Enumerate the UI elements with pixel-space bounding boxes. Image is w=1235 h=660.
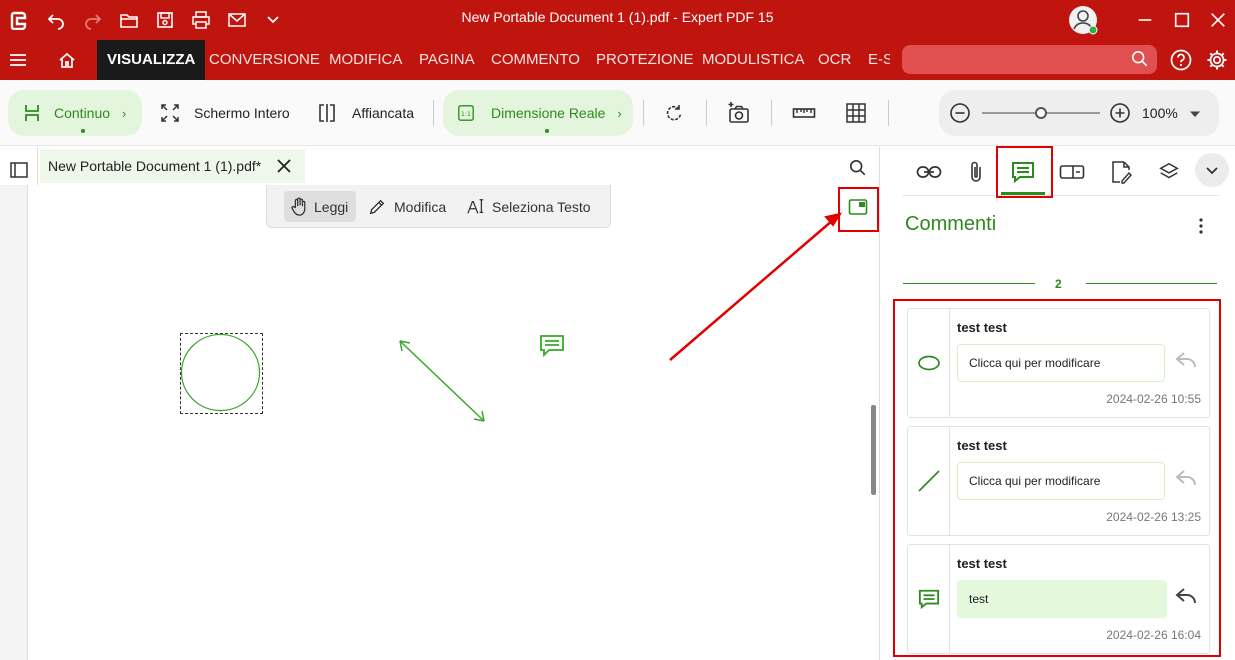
highlight-box-comment-list xyxy=(893,299,1221,657)
zoom-dropdown-icon[interactable] xyxy=(1189,108,1201,120)
tab-layers[interactable] xyxy=(1147,150,1191,194)
tab-modifica[interactable]: MODIFICA xyxy=(329,40,402,80)
fullscreen-icon xyxy=(161,104,179,122)
actual-size-label: Dimensione Reale xyxy=(491,105,606,121)
select-text-mode-button[interactable]: Seleziona Testo xyxy=(466,191,591,222)
signature-icon xyxy=(1112,161,1132,184)
hand-icon xyxy=(291,197,306,216)
open-folder-icon[interactable] xyxy=(114,5,144,35)
grid-button[interactable] xyxy=(845,90,867,136)
title-bar: New Portable Document 1 (1).pdf - Expert… xyxy=(0,0,1235,40)
document-tab[interactable]: New Portable Document 1 (1).pdf* xyxy=(40,149,305,183)
actual-size-button[interactable]: 1:1 Dimensione Reale › xyxy=(443,90,633,136)
comments-panel-title: Commenti xyxy=(905,213,997,235)
document-tab-label: New Portable Document 1 (1).pdf* xyxy=(48,158,262,174)
rotate-icon xyxy=(666,105,682,121)
save-icon[interactable] xyxy=(150,5,180,35)
maximize-button[interactable] xyxy=(1167,5,1197,35)
ribbon-menu-bar: VISUALIZZA CONVERSIONE MODIFICA PAGINA C… xyxy=(0,40,1235,80)
help-icon[interactable] xyxy=(1170,49,1192,71)
side-by-side-label: Affiancata xyxy=(352,105,415,121)
chevron-down-icon xyxy=(1206,167,1218,175)
camera-add-icon xyxy=(728,102,749,123)
tab-e-signature[interactable]: E-S xyxy=(868,40,890,80)
link-icon xyxy=(916,166,942,178)
zoom-control: 100% xyxy=(939,90,1219,136)
vertical-scrollbar[interactable] xyxy=(871,405,876,495)
undo-icon[interactable] xyxy=(41,5,71,35)
edit-mode-label: Modifica xyxy=(394,198,447,215)
layers-icon xyxy=(1159,162,1179,179)
tab-signatures[interactable] xyxy=(1099,150,1143,194)
print-icon[interactable] xyxy=(186,5,216,35)
sidebar-panel-icon[interactable] xyxy=(9,160,29,180)
text-select-icon xyxy=(467,198,484,214)
app-logo-icon[interactable] xyxy=(4,5,34,35)
grid-icon xyxy=(846,103,866,123)
paperclip-icon xyxy=(971,161,981,182)
zoom-slider-thumb[interactable] xyxy=(1035,107,1047,119)
interaction-mode-bar: Leggi Modifica Seleziona Testo xyxy=(266,185,611,228)
tab-fields[interactable] xyxy=(1050,150,1094,194)
hamburger-menu-icon[interactable] xyxy=(4,45,32,75)
zoom-out-icon[interactable] xyxy=(949,102,971,124)
close-tab-icon[interactable] xyxy=(277,159,291,173)
email-icon[interactable] xyxy=(222,5,252,35)
continuous-button[interactable]: Continuo › xyxy=(8,90,142,136)
zoom-in-icon[interactable] xyxy=(1109,102,1131,124)
read-mode-label: Leggi xyxy=(314,198,349,215)
comment-count: 2 xyxy=(1055,277,1062,291)
more-tabs-button[interactable] xyxy=(1195,153,1229,187)
tab-modulistica[interactable]: MODULISTICA xyxy=(702,40,805,80)
tab-attachments[interactable] xyxy=(954,150,998,194)
tab-links[interactable] xyxy=(907,150,951,194)
close-button[interactable] xyxy=(1203,5,1233,35)
note-annotation-icon[interactable] xyxy=(539,333,565,359)
tab-ocr[interactable]: OCR xyxy=(818,40,851,80)
tab-commento[interactable]: COMMENTO xyxy=(491,40,580,80)
measure-button[interactable] xyxy=(792,90,816,136)
side-by-side-button[interactable]: Affiancata xyxy=(317,90,414,136)
home-icon[interactable] xyxy=(53,45,81,75)
select-text-mode-label: Seleziona Testo xyxy=(492,198,591,215)
read-mode-button[interactable]: Leggi xyxy=(284,191,357,222)
line-annotation[interactable] xyxy=(394,335,490,427)
form-field-icon xyxy=(1059,165,1085,179)
ruler-icon xyxy=(792,108,816,118)
settings-gear-icon[interactable] xyxy=(1206,49,1228,71)
actual-size-icon: 1:1 xyxy=(458,105,474,121)
tab-conversione[interactable]: CONVERSIONE xyxy=(209,40,320,80)
chevron-down-icon[interactable] xyxy=(258,5,288,35)
tab-protezione[interactable]: PROTEZIONE xyxy=(596,40,694,80)
more-options-icon[interactable] xyxy=(1198,217,1204,235)
pencil-icon xyxy=(369,199,385,214)
minimize-button[interactable] xyxy=(1130,5,1160,35)
user-avatar[interactable] xyxy=(1068,5,1098,35)
redo-icon[interactable] xyxy=(78,5,108,35)
search-input[interactable] xyxy=(902,45,1157,74)
snapshot-button[interactable] xyxy=(727,90,751,136)
ellipse-annotation[interactable] xyxy=(181,334,262,413)
side-by-side-icon xyxy=(319,104,335,122)
continuous-page-icon xyxy=(25,105,39,121)
fullscreen-label: Schermo Intero xyxy=(194,105,290,121)
tab-pagina[interactable]: PAGINA xyxy=(419,40,475,80)
search-icon[interactable] xyxy=(1131,50,1149,68)
rotate-button[interactable] xyxy=(664,90,684,136)
ellipse-annotation-selection[interactable] xyxy=(180,333,263,414)
view-toolbar: Continuo › Schermo Intero Affiancata 1:1… xyxy=(0,80,1235,146)
zoom-value[interactable]: 100% xyxy=(1142,105,1178,121)
edit-mode-button[interactable]: Modifica xyxy=(368,191,446,222)
highlight-box-comments-tab xyxy=(996,146,1053,198)
svg-text:1:1: 1:1 xyxy=(461,111,471,118)
fullscreen-button[interactable]: Schermo Intero xyxy=(160,90,290,136)
continuous-label: Continuo xyxy=(54,105,111,121)
tab-visualizza[interactable]: VISUALIZZA xyxy=(97,40,206,80)
